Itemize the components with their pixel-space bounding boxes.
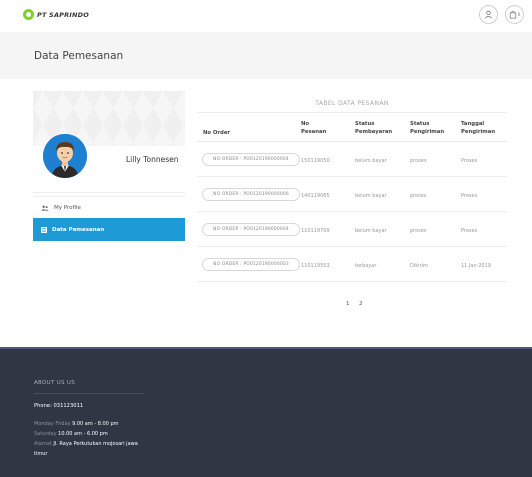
sidebar-item-data-pemesanan[interactable]: Data Pemesanan (33, 218, 185, 241)
footer-hours-saturday-label: Saturday (34, 431, 57, 437)
sidebar-item-label: Data Pemesanan (52, 226, 105, 233)
pagination-page-1[interactable]: 1 (346, 301, 350, 307)
header-status-pembayaran-line2: Pembayaran (355, 129, 393, 135)
cell-status-pembayaran: belum bayar (355, 228, 387, 234)
header-tanggal-line2: Pengiriman (461, 129, 496, 135)
shopping-bag-icon (509, 10, 516, 19)
list-icon (41, 226, 47, 233)
avatar (43, 134, 87, 178)
table-header: No Order No Pesanan Status Pembayaran St… (197, 112, 507, 142)
brand-logo[interactable]: PT SAPRINDO (23, 9, 89, 20)
cell-tanggal: Proses (461, 228, 478, 234)
footer-hours-saturday-value: 10.00 am - 6.00 pm (58, 431, 108, 437)
table-row: NO ORDER : PO0120190000003 110119553 ter… (197, 248, 507, 282)
cell-no-pesanan: 140119065 (301, 193, 330, 199)
cell-status-pembayaran: terbayar (355, 263, 377, 269)
footer-hours-weekday-label: Monday Friday (34, 421, 71, 427)
cart-count: 0 (517, 12, 521, 17)
header-no-pesanan-line2: Pesanan (301, 129, 327, 135)
table-row: NO ORDER : PO0120190000004 150119050 bel… (197, 143, 507, 177)
footer (0, 347, 532, 477)
pagination-page-2[interactable]: 2 (359, 301, 363, 307)
footer-hours-weekday: Monday Friday 9.00 am - 8.00 pm (34, 421, 118, 427)
order-number-button[interactable]: NO ORDER : PO0120190000003 (202, 258, 300, 271)
cell-tanggal: Proses (461, 158, 478, 164)
cell-status-pembayaran: belum bayar (355, 158, 387, 164)
header-status-pengiriman-line2: Pengiriman (410, 129, 445, 135)
cell-status-pembayaran: belum bayar (355, 193, 387, 199)
footer-address-label: Alamat (34, 441, 52, 447)
cell-no-pesanan: 150119050 (301, 158, 330, 164)
cell-no-pesanan: 110119553 (301, 263, 330, 269)
cell-tanggal: Proses (461, 193, 478, 199)
footer-divider (34, 393, 144, 394)
user-name: Lilly Tonnesen (126, 155, 179, 164)
header-status-pembayaran-line1: Status (355, 121, 375, 127)
header-status-pengiriman-line1: Status (410, 121, 430, 127)
cell-tanggal: 11 Jan 2019 (461, 263, 491, 269)
table-row: NO ORDER : PO0120190000006 140119065 bel… (197, 178, 507, 212)
cart-button[interactable]: 0 (505, 5, 524, 24)
order-number-button[interactable]: NO ORDER : PO0120190000006 (202, 188, 300, 201)
table-row: NO ORDER : PO0120190000004 110119709 bel… (197, 213, 507, 247)
avatar-illustration-icon (43, 134, 87, 178)
cell-status-pengiriman: proses (410, 158, 427, 164)
brand-name: PT SAPRINDO (37, 10, 89, 19)
profile-card: Lilly Tonnesen (33, 91, 185, 193)
footer-address: Alamat Jl. Raya Perkutukan mojosari jawa (34, 441, 138, 447)
cell-status-pengiriman: proses (410, 193, 427, 199)
users-icon (41, 205, 49, 211)
top-bar: PT SAPRINDO 0 (0, 0, 532, 30)
footer-heading: ABOUT US US (34, 380, 75, 386)
account-button[interactable] (479, 5, 498, 24)
page-title: Data Pemesanan (34, 50, 124, 62)
cell-status-pengiriman: Dikirim (410, 263, 428, 269)
table-caption: TABEL DATA PESANAN (315, 100, 389, 107)
logo-icon (23, 9, 34, 20)
header-no-order: No Order (203, 130, 231, 136)
user-icon (485, 10, 492, 19)
footer-hours-saturday: Saturday 10.00 am - 6.00 pm (34, 431, 108, 437)
sidebar-item-my-profile[interactable]: My Profile (33, 196, 185, 219)
cell-status-pengiriman: proses (410, 228, 427, 234)
cell-no-pesanan: 110119709 (301, 228, 330, 234)
footer-address-value: Jl. Raya Perkutukan mojosari jawa (53, 441, 138, 447)
header-tanggal-line1: Tanggal (461, 121, 485, 127)
order-number-button[interactable]: NO ORDER : PO0120190000004 (202, 223, 300, 236)
order-number-button[interactable]: NO ORDER : PO0120190000004 (202, 153, 300, 166)
footer-address-line2: timur (34, 451, 48, 457)
sidebar-item-label: My Profile (54, 205, 81, 211)
footer-hours-weekday-value: 9.00 am - 8.00 pm (72, 421, 119, 427)
footer-phone: Phone: 031123011 (34, 403, 84, 409)
header-no-pesanan-line1: No (301, 121, 310, 127)
